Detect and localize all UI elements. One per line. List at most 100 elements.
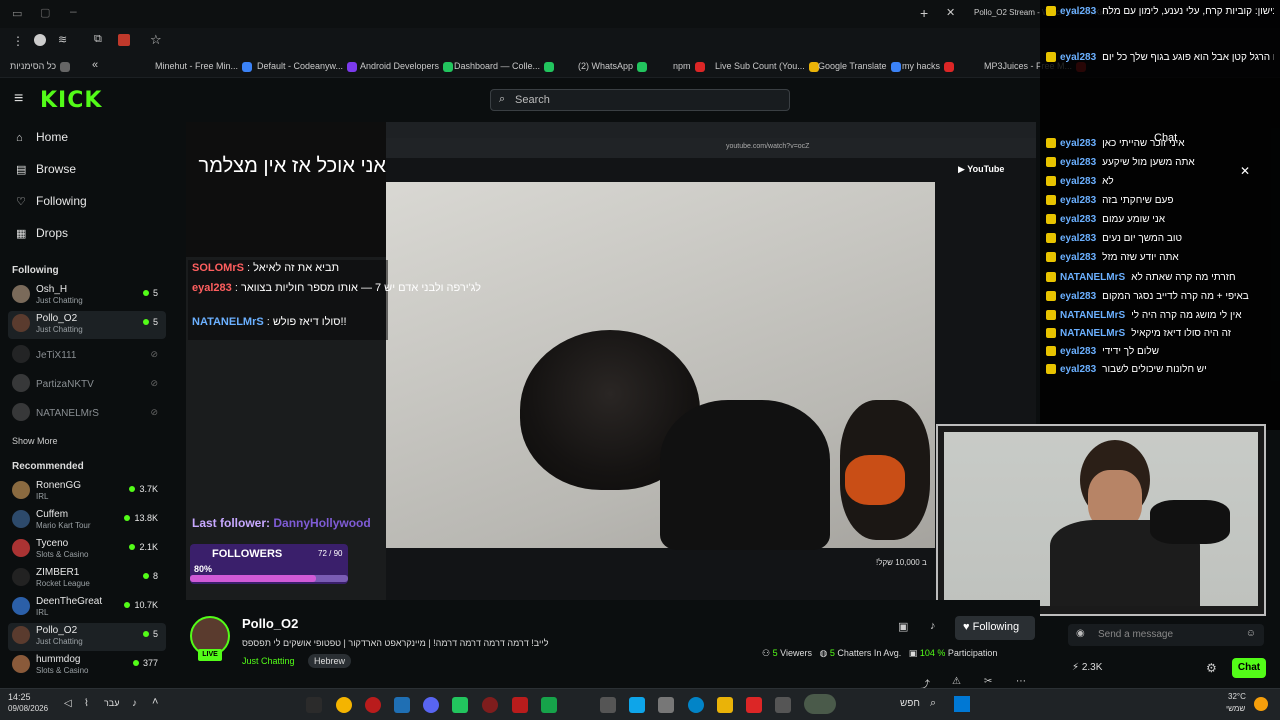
- tab-search-icon[interactable]: ▢: [40, 6, 50, 19]
- bookmarks-chevron-icon[interactable]: «: [92, 59, 98, 71]
- following-item[interactable]: PartizaNKTV ⊘: [8, 371, 166, 399]
- bookmark-dashboard[interactable]: Dashboard — Colle...: [454, 61, 555, 72]
- chat-username[interactable]: NATANELMrS: [1060, 328, 1125, 339]
- search-icon[interactable]: ⌕: [930, 697, 936, 710]
- tray-chevron-icon[interactable]: ˄: [152, 696, 158, 708]
- bookmark-star-icon[interactable]: ☆: [150, 32, 162, 48]
- recommended-item[interactable]: Pollo_O2 Just Chatting 5: [8, 623, 166, 651]
- bookmark-npm[interactable]: npm: [673, 61, 705, 72]
- chat-username[interactable]: eyal283: [1060, 291, 1096, 302]
- chat-username[interactable]: eyal283: [1060, 138, 1096, 149]
- app-icon[interactable]: [541, 697, 557, 713]
- emoji-icon[interactable]: ☺: [1246, 628, 1256, 639]
- recommended-item[interactable]: Cuffem Mario Kart Tour 13.8K: [8, 507, 166, 535]
- following-item[interactable]: Pollo_O2 Just Chatting 5: [8, 311, 166, 339]
- bookmark-minehut[interactable]: Minehut - Free Min...: [155, 61, 253, 72]
- weather-temp[interactable]: 32°C: [1228, 692, 1246, 701]
- app-icon[interactable]: [629, 697, 645, 713]
- nav-following[interactable]: ♡ Following: [16, 194, 87, 208]
- chat-username[interactable]: eyal283: [1060, 195, 1096, 206]
- report-icon[interactable]: ⚠: [952, 676, 961, 687]
- app-icon[interactable]: [746, 697, 762, 713]
- bookmark-livesub[interactable]: Live Sub Count (You...: [715, 61, 819, 72]
- widgets-icon[interactable]: [804, 694, 836, 714]
- chat-username[interactable]: eyal283: [1060, 252, 1096, 263]
- edge-icon[interactable]: [688, 697, 704, 713]
- window-menu-icon[interactable]: ▭: [12, 7, 22, 20]
- app-icon[interactable]: [306, 697, 322, 713]
- chat-settings-icon[interactable]: ⚙: [1206, 661, 1217, 675]
- chat-send-button[interactable]: Chat: [1232, 658, 1266, 678]
- nav-drops[interactable]: ▦ Drops: [16, 226, 68, 240]
- chat-username[interactable]: NATANELMrS: [1060, 310, 1125, 321]
- menu-dots-icon[interactable]: ⋮: [12, 34, 24, 48]
- chat-username[interactable]: eyal283: [1060, 6, 1096, 17]
- bookmark-myhacks[interactable]: my hacks: [902, 61, 955, 72]
- following-button[interactable]: ♥ Following: [955, 616, 1035, 640]
- nav-browse[interactable]: ▤ Browse: [16, 162, 76, 176]
- bookmark-codeanywhere[interactable]: Default - Codeanyw...: [257, 61, 358, 72]
- nav-home[interactable]: ⌂ Home: [16, 130, 68, 144]
- bell-icon[interactable]: ♪: [930, 620, 936, 632]
- show-more-link[interactable]: Show More: [12, 436, 58, 446]
- taskbar-search-label[interactable]: חפש: [900, 698, 920, 709]
- clip-icon[interactable]: ✂: [984, 676, 992, 687]
- hamburger-icon[interactable]: ≡: [14, 90, 23, 108]
- recommended-item[interactable]: ZIMBER1 Rocket League 8: [8, 565, 166, 593]
- clock-date[interactable]: 09/08/2026: [8, 704, 48, 713]
- discord-icon[interactable]: [423, 697, 439, 713]
- volume-icon[interactable]: ◁: [64, 698, 72, 709]
- emote-left-icon[interactable]: ◉: [1076, 628, 1085, 639]
- chat-username[interactable]: eyal283: [1060, 176, 1096, 187]
- recommended-item[interactable]: Tyceno Slots & Casino 2.1K: [8, 536, 166, 564]
- clock-time[interactable]: 14:25: [8, 692, 31, 702]
- search-input[interactable]: ⌕ Search: [490, 89, 790, 111]
- start-icon[interactable]: [954, 696, 970, 712]
- app-icon[interactable]: [600, 697, 616, 713]
- channel-name[interactable]: Pollo_O2: [242, 616, 298, 631]
- chat-username[interactable]: eyal283: [1060, 52, 1096, 63]
- mic-icon[interactable]: ♪: [132, 698, 137, 709]
- new-tab-icon[interactable]: +: [920, 5, 928, 21]
- steam-icon[interactable]: [394, 697, 410, 713]
- close-tab-icon[interactable]: ✕: [946, 6, 955, 19]
- theater-icon[interactable]: ▣: [898, 620, 908, 633]
- minimize-icon[interactable]: –: [70, 4, 77, 18]
- language-tag[interactable]: Hebrew: [308, 654, 352, 668]
- chat-username[interactable]: eyal283: [1060, 233, 1096, 244]
- chat-username[interactable]: eyal283: [1060, 214, 1096, 225]
- kick-points[interactable]: ⚡ 2.3K: [1072, 662, 1102, 673]
- bookmark-all[interactable]: כל הסימניות: [10, 61, 71, 72]
- chat-username[interactable]: eyal283: [1060, 364, 1096, 375]
- following-item[interactable]: NATANELMrS ⊘: [8, 400, 166, 428]
- bookmark-translate[interactable]: Google Translate: [818, 61, 901, 72]
- tab-groups-icon[interactable]: ⧉: [94, 33, 102, 46]
- bookmark-android[interactable]: Android Developers: [360, 61, 454, 72]
- stream-category[interactable]: Just Chatting: [242, 656, 295, 666]
- extension-red-icon[interactable]: [118, 34, 130, 46]
- recommended-item[interactable]: RonenGG IRL 3.7K: [8, 478, 166, 506]
- app-icon[interactable]: [775, 697, 791, 713]
- app-icon[interactable]: [452, 697, 468, 713]
- network-icon[interactable]: ⌇: [84, 698, 89, 709]
- following-item[interactable]: JeTiX111 ⊘: [8, 342, 166, 370]
- input-language[interactable]: עבר: [104, 698, 119, 708]
- app-icon[interactable]: [512, 697, 528, 713]
- recommended-item[interactable]: hummdog Slots & Casino 377: [8, 652, 166, 680]
- app-icon[interactable]: [658, 697, 674, 713]
- send-message-input[interactable]: ◉ Send a message ☺: [1068, 624, 1264, 646]
- kick-logo[interactable]: KICK: [40, 88, 102, 113]
- following-item[interactable]: Osh_H Just Chatting 5: [8, 282, 166, 310]
- app-icon[interactable]: [482, 697, 498, 713]
- explorer-icon[interactable]: [717, 697, 733, 713]
- profile-icon[interactable]: [34, 34, 46, 46]
- app-icon[interactable]: [365, 697, 381, 713]
- chat-username[interactable]: eyal283: [1060, 346, 1096, 357]
- extensions-icon[interactable]: ≋: [58, 33, 67, 46]
- chat-username[interactable]: NATANELMrS: [1060, 272, 1125, 283]
- more-icon[interactable]: ⋯: [1016, 676, 1026, 687]
- chrome-icon[interactable]: [336, 697, 352, 713]
- recommended-item[interactable]: DeenTheGreat IRL 10.7K: [8, 594, 166, 622]
- chat-username[interactable]: eyal283: [1060, 157, 1096, 168]
- bookmark-whatsapp[interactable]: (2) WhatsApp: [578, 61, 648, 72]
